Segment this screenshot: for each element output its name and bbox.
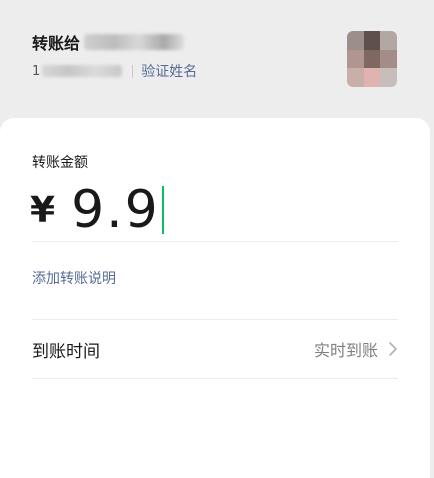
account-number-blurred: [42, 65, 123, 77]
text-cursor: [161, 186, 164, 234]
account-prefix: 1: [32, 63, 41, 79]
avatar-pixel: [380, 31, 397, 50]
arrival-time-row[interactable]: 到账时间 实时到账: [32, 320, 398, 378]
avatar-pixel: [380, 49, 397, 69]
verify-name-link[interactable]: 验证姓名: [141, 61, 197, 81]
add-remark-link[interactable]: 添加转账说明: [32, 268, 116, 288]
avatar-pixel: [363, 31, 381, 50]
recipient-line: 转账给: [32, 30, 185, 54]
recipient-header: 转账给 1 验证姓名: [0, 0, 434, 120]
divider: [32, 378, 398, 379]
recipient-label: 转账给: [32, 34, 81, 53]
amount-label: 转账金额: [32, 155, 88, 171]
account-line: 1 验证姓名: [32, 61, 197, 81]
avatar[interactable]: [347, 31, 397, 87]
arrival-time-value: 实时到账: [313, 341, 378, 360]
currency-symbol: ¥: [30, 189, 56, 231]
arrival-time-label: 到账时间: [32, 341, 100, 362]
avatar-pixel: [363, 49, 381, 69]
amount-value[interactable]: 9.9: [71, 180, 160, 240]
divider: [32, 241, 398, 242]
transfer-card: 转账金额 ¥ 9.9 添加转账说明 到账时间 实时到账: [0, 118, 430, 478]
divider: [132, 64, 134, 78]
avatar-pixel: [347, 68, 364, 87]
chevron-right-icon: [389, 342, 397, 356]
avatar-pixel: [363, 68, 381, 87]
arrival-time-selector[interactable]: 实时到账: [314, 337, 398, 361]
recipient-name-blurred: [84, 34, 185, 50]
amount-input[interactable]: ¥ 9.9: [30, 180, 164, 240]
avatar-pixel: [347, 31, 364, 50]
avatar-pixel: [347, 49, 364, 69]
avatar-pixel: [380, 68, 397, 87]
